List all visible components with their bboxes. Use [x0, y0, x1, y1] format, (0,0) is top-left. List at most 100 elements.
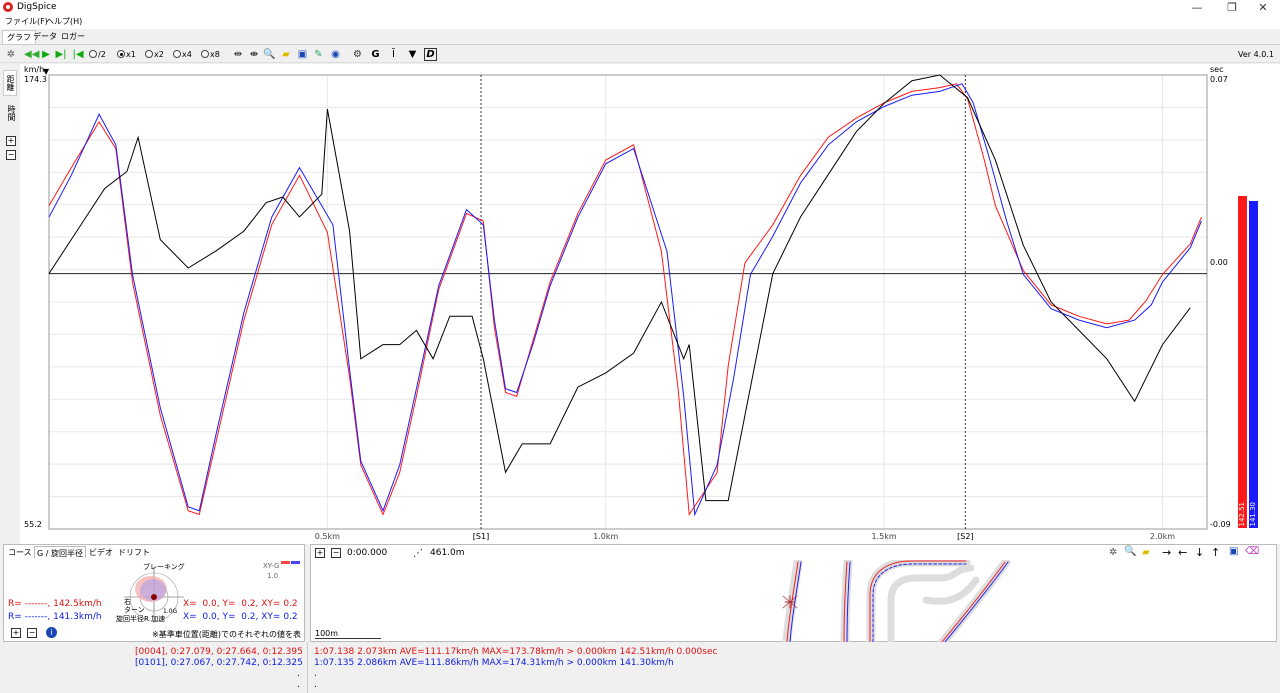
menu-file[interactable]: ファイル(F) [5, 16, 48, 27]
blue-lap-line [48, 83, 1202, 517]
save-icon[interactable]: ▣ [1229, 546, 1238, 557]
globe-icon[interactable]: ◉ [329, 48, 342, 61]
right-max-label: 0.07 [1210, 75, 1228, 84]
course-map[interactable] [311, 560, 1276, 642]
legend-blue-swatch [291, 561, 300, 564]
speed-x2[interactable]: x2 [145, 48, 164, 61]
speed-x8-label: x8 [210, 50, 220, 59]
xy-g-value: 1.0 [267, 572, 279, 580]
radio-icon [89, 50, 97, 58]
left-max-label: 174.3 [24, 75, 47, 84]
blue-radius-value: R= -------, 141.3km/h [8, 612, 102, 622]
save-icon[interactable]: ▣ [296, 48, 309, 61]
speed-x8[interactable]: x8 [201, 48, 220, 61]
collapse-icon[interactable]: − [331, 548, 341, 558]
arrow-left-icon[interactable]: ← [1178, 546, 1187, 559]
tools-icon[interactable]: ✎ [312, 48, 325, 61]
text-cursor-icon[interactable]: Ī [387, 48, 400, 61]
g-plot-top-label: ブレーキング [143, 563, 185, 571]
tab-time[interactable]: 時間 [3, 100, 17, 126]
x-tick-label: 0.5km [315, 532, 340, 541]
search-icon[interactable]: 🔍 [1124, 546, 1136, 557]
window-title: DigSpice [17, 2, 57, 12]
info-icon[interactable]: i [46, 627, 57, 638]
axis-marker-icon: ▼ [43, 67, 50, 76]
measure-icon[interactable]: ⋰ [413, 548, 423, 559]
reset-icon[interactable]: ✲ [4, 48, 18, 61]
speed-delta-chart[interactable]: 0.5km 1.0km 1.5km 2.0km[S1] [S2] km/h 174.3 … [20, 64, 1236, 544]
tab-course[interactable]: コース [6, 546, 34, 558]
chart-area[interactable]: 0.5km 1.0km 1.5km 2.0km [S1] [S2] km/h 174.3 … [20, 64, 1236, 544]
tab-video[interactable]: ビデオ [87, 546, 115, 558]
d-icon[interactable]: D [424, 48, 437, 61]
main-tabs: グラフ データ ロガー [0, 29, 1280, 45]
time-readout: 0:00.000 [347, 548, 388, 558]
g-plot-scale-label: 1.0G [163, 608, 178, 615]
version-label: Ver 4.0.1 [1238, 50, 1274, 59]
x-tick-label: 1.5km [872, 532, 897, 541]
zoom-out-horizontal-icon[interactable]: ⇼ [247, 48, 261, 61]
x-tick-label: 1.0km [593, 532, 618, 541]
legend-red-swatch [281, 561, 290, 564]
step-back-icon[interactable]: |◀ [72, 48, 84, 61]
collapse-icon[interactable]: − [27, 628, 37, 638]
step-forward-icon[interactable]: ▶| [55, 48, 67, 61]
map-scale-bar [315, 638, 381, 639]
open-folder-icon[interactable]: ▰ [279, 48, 293, 61]
radio-icon [173, 50, 181, 58]
speed-x1-label: x1 [126, 50, 136, 59]
left-unit-label: km/h [24, 65, 44, 74]
arrow-right-icon[interactable]: → [1162, 546, 1171, 559]
x-tick-label: 2.0km [1150, 532, 1175, 541]
status-dot: . [297, 669, 300, 679]
red-xy-value: X= 0.0, Y= 0.2, XY= 0.2 [183, 599, 298, 609]
arrow-down-icon[interactable]: ↓ [1195, 546, 1204, 559]
restore-button[interactable]: ❐ [1215, 0, 1249, 15]
red-lap-sectors: [0004], 0:27.079, 0:27.664, 0:12.395 [135, 647, 303, 657]
red-value-text: 142.51 [1238, 501, 1246, 527]
settings-icon[interactable]: ⚙ [351, 48, 364, 61]
speed-x4[interactable]: x4 [173, 48, 192, 61]
divider [307, 642, 308, 693]
g-radius-panel: コース G / 旋回半径 ビデオ ドリフト ブレーキング 右 ターン 旋回半径R… [3, 544, 305, 650]
tab-drift[interactable]: ドリフト [116, 546, 152, 558]
expand-icon[interactable]: + [6, 136, 16, 146]
close-button[interactable]: ✕ [1246, 0, 1280, 15]
rewind-icon[interactable]: ◀◀ [24, 48, 39, 61]
side-tabs: 距離 時間 + − [0, 64, 20, 544]
tab-g-radius[interactable]: G / 旋回半径 [34, 546, 86, 558]
reset-icon[interactable]: ✲ [1109, 547, 1117, 558]
blue-lap-summary: 1:07.135 2.086km AVE=111.86km/h MAX=174.… [314, 658, 674, 668]
blue-xy-value: X= 0.0, Y= 0.2, XY= 0.2 [183, 612, 298, 622]
tab-logger[interactable]: ロガー [57, 30, 89, 44]
course-map-panel[interactable]: + − 0:00.000 ⋰ 461.0m ✲ 🔍 ▰ → ← ↓ ↑ ▣ ⌫ … [310, 544, 1277, 642]
toolbar: ✲ ◀◀ ▶ ▶| |◀ /2 x1 x2 x4 x8 ⇹ ⇼ 🔍 ▰ ▣ ✎ … [0, 46, 1280, 63]
radio-selected-icon [117, 50, 125, 58]
collapse-icon[interactable]: − [6, 150, 16, 160]
status-dot: . [297, 680, 300, 690]
minimize-button[interactable]: — [1180, 0, 1214, 15]
right-zero-label: 0.00 [1210, 258, 1228, 267]
dropdown-icon[interactable]: ▼ [406, 48, 419, 61]
eraser-icon[interactable]: ⌫ [1245, 546, 1259, 557]
app-logo-icon [3, 2, 13, 12]
play-icon[interactable]: ▶ [40, 48, 52, 61]
zoom-in-horizontal-icon[interactable]: ⇹ [231, 48, 245, 61]
sector-label: [S1] [473, 532, 489, 541]
tab-distance[interactable]: 距離 [3, 70, 17, 96]
expand-icon[interactable]: + [11, 628, 21, 638]
open-folder-icon[interactable]: ▰ [1142, 547, 1150, 558]
blue-value-text: 141.30 [1249, 501, 1257, 527]
speed-x1[interactable]: x1 [117, 48, 136, 61]
time-delta-line [48, 74, 1191, 502]
arrow-up-icon[interactable]: ↑ [1211, 546, 1220, 559]
xy-g-label: XY-G [263, 562, 280, 570]
blue-lap-sectors: [0101], 0:27.067, 0:27.742, 0:12.325 [135, 658, 303, 668]
search-icon[interactable]: 🔍 [263, 48, 276, 61]
speed-x2-label: x2 [154, 50, 164, 59]
g-icon[interactable]: G [369, 48, 382, 61]
expand-icon[interactable]: + [315, 548, 325, 558]
speed-half[interactable]: /2 [89, 48, 106, 61]
lap-status-area: [0004], 0:27.079, 0:27.664, 0:12.395 [01… [0, 642, 1280, 693]
menu-help[interactable]: ヘルプ(H) [46, 16, 82, 27]
